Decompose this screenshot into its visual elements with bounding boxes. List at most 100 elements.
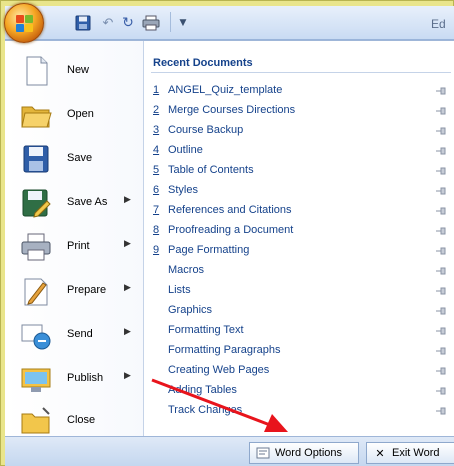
menu-item-label: Publish (67, 372, 104, 384)
menu-item-print[interactable]: Print ▶ (5, 225, 144, 269)
title-bar: ↶ ↻ ▼ Ed (5, 6, 454, 40)
menu-footer: Word Options ✕ Exit Word (5, 436, 454, 466)
recent-doc-item[interactable]: 8 Proofreading a Document (145, 221, 454, 241)
pin-icon[interactable] (435, 166, 447, 176)
recent-documents-title: Recent Documents (153, 57, 253, 69)
office-menu: New Open Save Save As ▶ Print ▶ Prepare … (5, 40, 454, 437)
pin-icon[interactable] (435, 106, 447, 116)
menu-item-save[interactable]: Save (5, 137, 144, 181)
menu-item-prepare[interactable]: Prepare ▶ (5, 269, 144, 313)
menu-item-label: Open (67, 108, 94, 120)
submenu-arrow-icon: ▶ (124, 371, 131, 381)
recent-doc-item[interactable]: 3 Course Backup (145, 121, 454, 141)
pin-icon[interactable] (435, 266, 447, 276)
quick-print-icon[interactable] (141, 14, 161, 32)
recent-doc-number: 3 (153, 124, 160, 136)
pin-icon[interactable] (435, 386, 447, 396)
recent-doc-number: 6 (153, 184, 160, 196)
new-document-icon (19, 55, 53, 87)
customize-toolbar-icon[interactable]: ▼ (177, 14, 189, 32)
undo-icon[interactable]: ↶ (97, 14, 119, 32)
exit-word-button[interactable]: ✕ Exit Word (366, 442, 454, 464)
pin-icon[interactable] (435, 226, 447, 236)
recent-doc-item[interactable]: 7 References and Citations (145, 201, 454, 221)
recent-doc-item[interactable]: Formatting Paragraphs (145, 341, 454, 361)
recent-doc-item[interactable]: 1 ANGEL_Quiz_template (145, 81, 454, 101)
menu-item-new[interactable]: New (5, 49, 144, 93)
menu-item-label: Save (67, 152, 93, 164)
menu-item-label: Close (67, 414, 96, 426)
pin-icon[interactable] (435, 206, 447, 216)
close-icon: ✕ (375, 447, 385, 460)
menu-item-save-as[interactable]: Save As ▶ (5, 181, 144, 225)
recent-doc-name: Graphics (168, 304, 213, 316)
pin-icon[interactable] (435, 186, 447, 196)
menu-item-label: Prepare (67, 284, 107, 296)
submenu-arrow-icon: ▶ (124, 195, 131, 205)
recent-doc-name: Proofreading a Document (168, 224, 294, 236)
pin-icon[interactable] (435, 246, 447, 256)
toolbar-separator (170, 12, 171, 32)
recent-doc-number: 2 (153, 104, 160, 116)
window-title: Ed (431, 17, 446, 31)
recent-documents-pane: Recent Documents 1 ANGEL_Quiz_template 2M… (145, 41, 454, 437)
office-logo-icon (16, 15, 34, 33)
recent-doc-number: 5 (153, 164, 160, 176)
recent-doc-number: 7 (153, 204, 160, 216)
word-options-button[interactable]: Word Options (249, 442, 359, 464)
pin-icon[interactable] (435, 286, 447, 296)
recent-doc-item[interactable]: 6 Styles (145, 181, 454, 201)
recent-doc-item[interactable]: Track Changes (145, 401, 454, 421)
menu-item-label: Print (67, 240, 90, 252)
recent-doc-name: Macros (168, 264, 205, 276)
recent-doc-name: References and Citations (168, 204, 292, 216)
recent-doc-name: Outline (168, 144, 203, 156)
recent-doc-name: Course Backup (168, 124, 244, 136)
exit-word-label: Exit Word (392, 447, 440, 459)
pin-icon[interactable] (435, 126, 447, 136)
pin-icon[interactable] (435, 366, 447, 376)
pin-icon[interactable] (435, 406, 447, 416)
recent-doc-item[interactable]: 9 Page Formatting (145, 241, 454, 261)
recent-doc-item[interactable]: Lists (145, 281, 454, 301)
menu-item-label: Save As (67, 196, 108, 208)
recent-doc-item[interactable]: Creating Web Pages (145, 361, 454, 381)
recent-doc-name: Styles (168, 184, 198, 196)
recent-doc-name: Creating Web Pages (168, 364, 270, 376)
options-icon (256, 446, 270, 460)
recent-doc-name: Formatting Text (168, 324, 244, 336)
recent-doc-item[interactable]: 4 Outline (145, 141, 454, 161)
pin-icon[interactable] (435, 326, 447, 336)
pin-icon[interactable] (435, 346, 447, 356)
recent-doc-name: Table of Contents (168, 164, 254, 176)
quick-save-icon[interactable] (75, 14, 91, 32)
redo-icon[interactable]: ↻ (121, 14, 135, 32)
pin-icon[interactable] (435, 306, 447, 316)
pin-icon[interactable] (435, 146, 447, 156)
printer-icon (19, 231, 53, 263)
recent-doc-item[interactable]: Macros (145, 261, 454, 281)
save-as-icon (19, 187, 53, 219)
prepare-icon (19, 275, 53, 307)
recent-doc-name: Merge Courses Directions (168, 104, 296, 116)
publish-icon (19, 363, 53, 395)
close-folder-icon (19, 405, 53, 437)
menu-item-open[interactable]: Open (5, 93, 144, 137)
submenu-arrow-icon: ▶ (124, 283, 131, 293)
recent-doc-item[interactable]: Graphics (145, 301, 454, 321)
menu-item-send[interactable]: Send ▶ (5, 313, 144, 357)
recent-doc-item[interactable]: Formatting Text (145, 321, 454, 341)
recent-doc-name: Adding Tables (168, 384, 237, 396)
save-disk-icon (19, 143, 53, 175)
office-button[interactable] (4, 3, 44, 43)
recent-doc-item[interactable]: 2 Merge Courses Directions (145, 101, 454, 121)
recent-doc-number: 8 (153, 224, 160, 236)
submenu-arrow-icon: ▶ (124, 327, 131, 337)
menu-item-publish[interactable]: Publish ▶ (5, 357, 144, 401)
recent-doc-item[interactable]: Adding Tables (145, 381, 454, 401)
command-pane: New Open Save Save As ▶ Print ▶ Prepare … (5, 41, 144, 437)
recent-doc-number: 9 (153, 244, 160, 256)
pin-icon[interactable] (435, 86, 447, 96)
recent-doc-item[interactable]: 5 Table of Contents (145, 161, 454, 181)
recent-doc-number: 4 (153, 144, 160, 156)
